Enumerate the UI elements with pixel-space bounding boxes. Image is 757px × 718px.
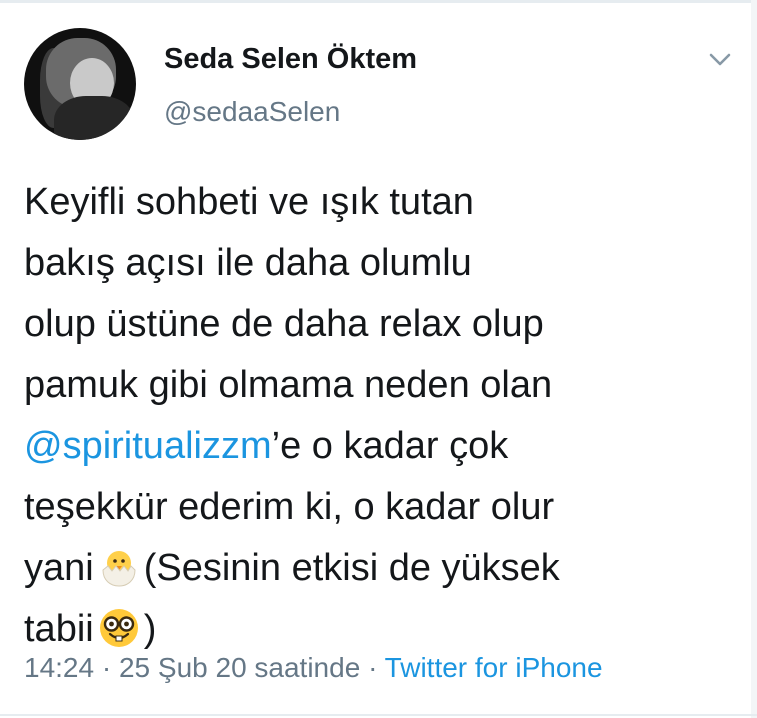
user-handle[interactable]: @sedaaSelen [164, 96, 340, 128]
tweet-line: bakış açısı ile daha olumlu [24, 242, 472, 284]
chevron-down-icon[interactable] [708, 52, 732, 68]
tweet-meta: 14:24 · 25 Şub 20 saatinde · Twitter for… [24, 652, 603, 684]
nerd-face-emoji [99, 609, 138, 647]
tweet-line-text: tabii [24, 608, 94, 650]
tweet-line-text: ) [143, 608, 157, 650]
tweet-date[interactable]: 25 Şub 20 saatinde [119, 652, 360, 683]
mention-link[interactable]: @spiritualizzm [24, 425, 272, 467]
meta-separator: · [368, 652, 378, 683]
meta-separator: · [101, 652, 112, 683]
scrollbar-track[interactable] [751, 0, 757, 718]
tweet-time[interactable]: 14:24 [24, 652, 94, 683]
tweet-line: pamuk gibi olmama neden olan [24, 364, 553, 406]
avatar[interactable] [24, 28, 136, 140]
tweet-source-link[interactable]: Twitter for iPhone [385, 652, 603, 683]
tweet-text: Keyifli sohbeti ve ışık tutan bakış açıs… [24, 172, 724, 660]
tweet-line: teşekkür ederim ki, o kadar olur [24, 486, 555, 528]
tweet-line: olup üstüne de daha relax olup [24, 303, 544, 345]
tweet-line: @spiritualizzm’e o kadar çok [24, 416, 724, 477]
tweet-line-text: yani [24, 547, 94, 589]
tweet-line: Keyifli sohbeti ve ışık tutan [24, 181, 474, 223]
display-name[interactable]: Seda Selen Öktem [164, 43, 417, 76]
bottom-divider [0, 714, 757, 716]
tweet-line-text: ’e o kadar çok [271, 425, 509, 467]
hatching-chick-emoji [102, 551, 136, 587]
tweet-line-text: (Sesinin etkisi de yüksek [143, 547, 560, 589]
tweet-line: tabii ) [24, 599, 724, 660]
tweet-line: yani (Sesinin etkisi de yüksek [24, 538, 724, 599]
top-divider [0, 0, 757, 3]
